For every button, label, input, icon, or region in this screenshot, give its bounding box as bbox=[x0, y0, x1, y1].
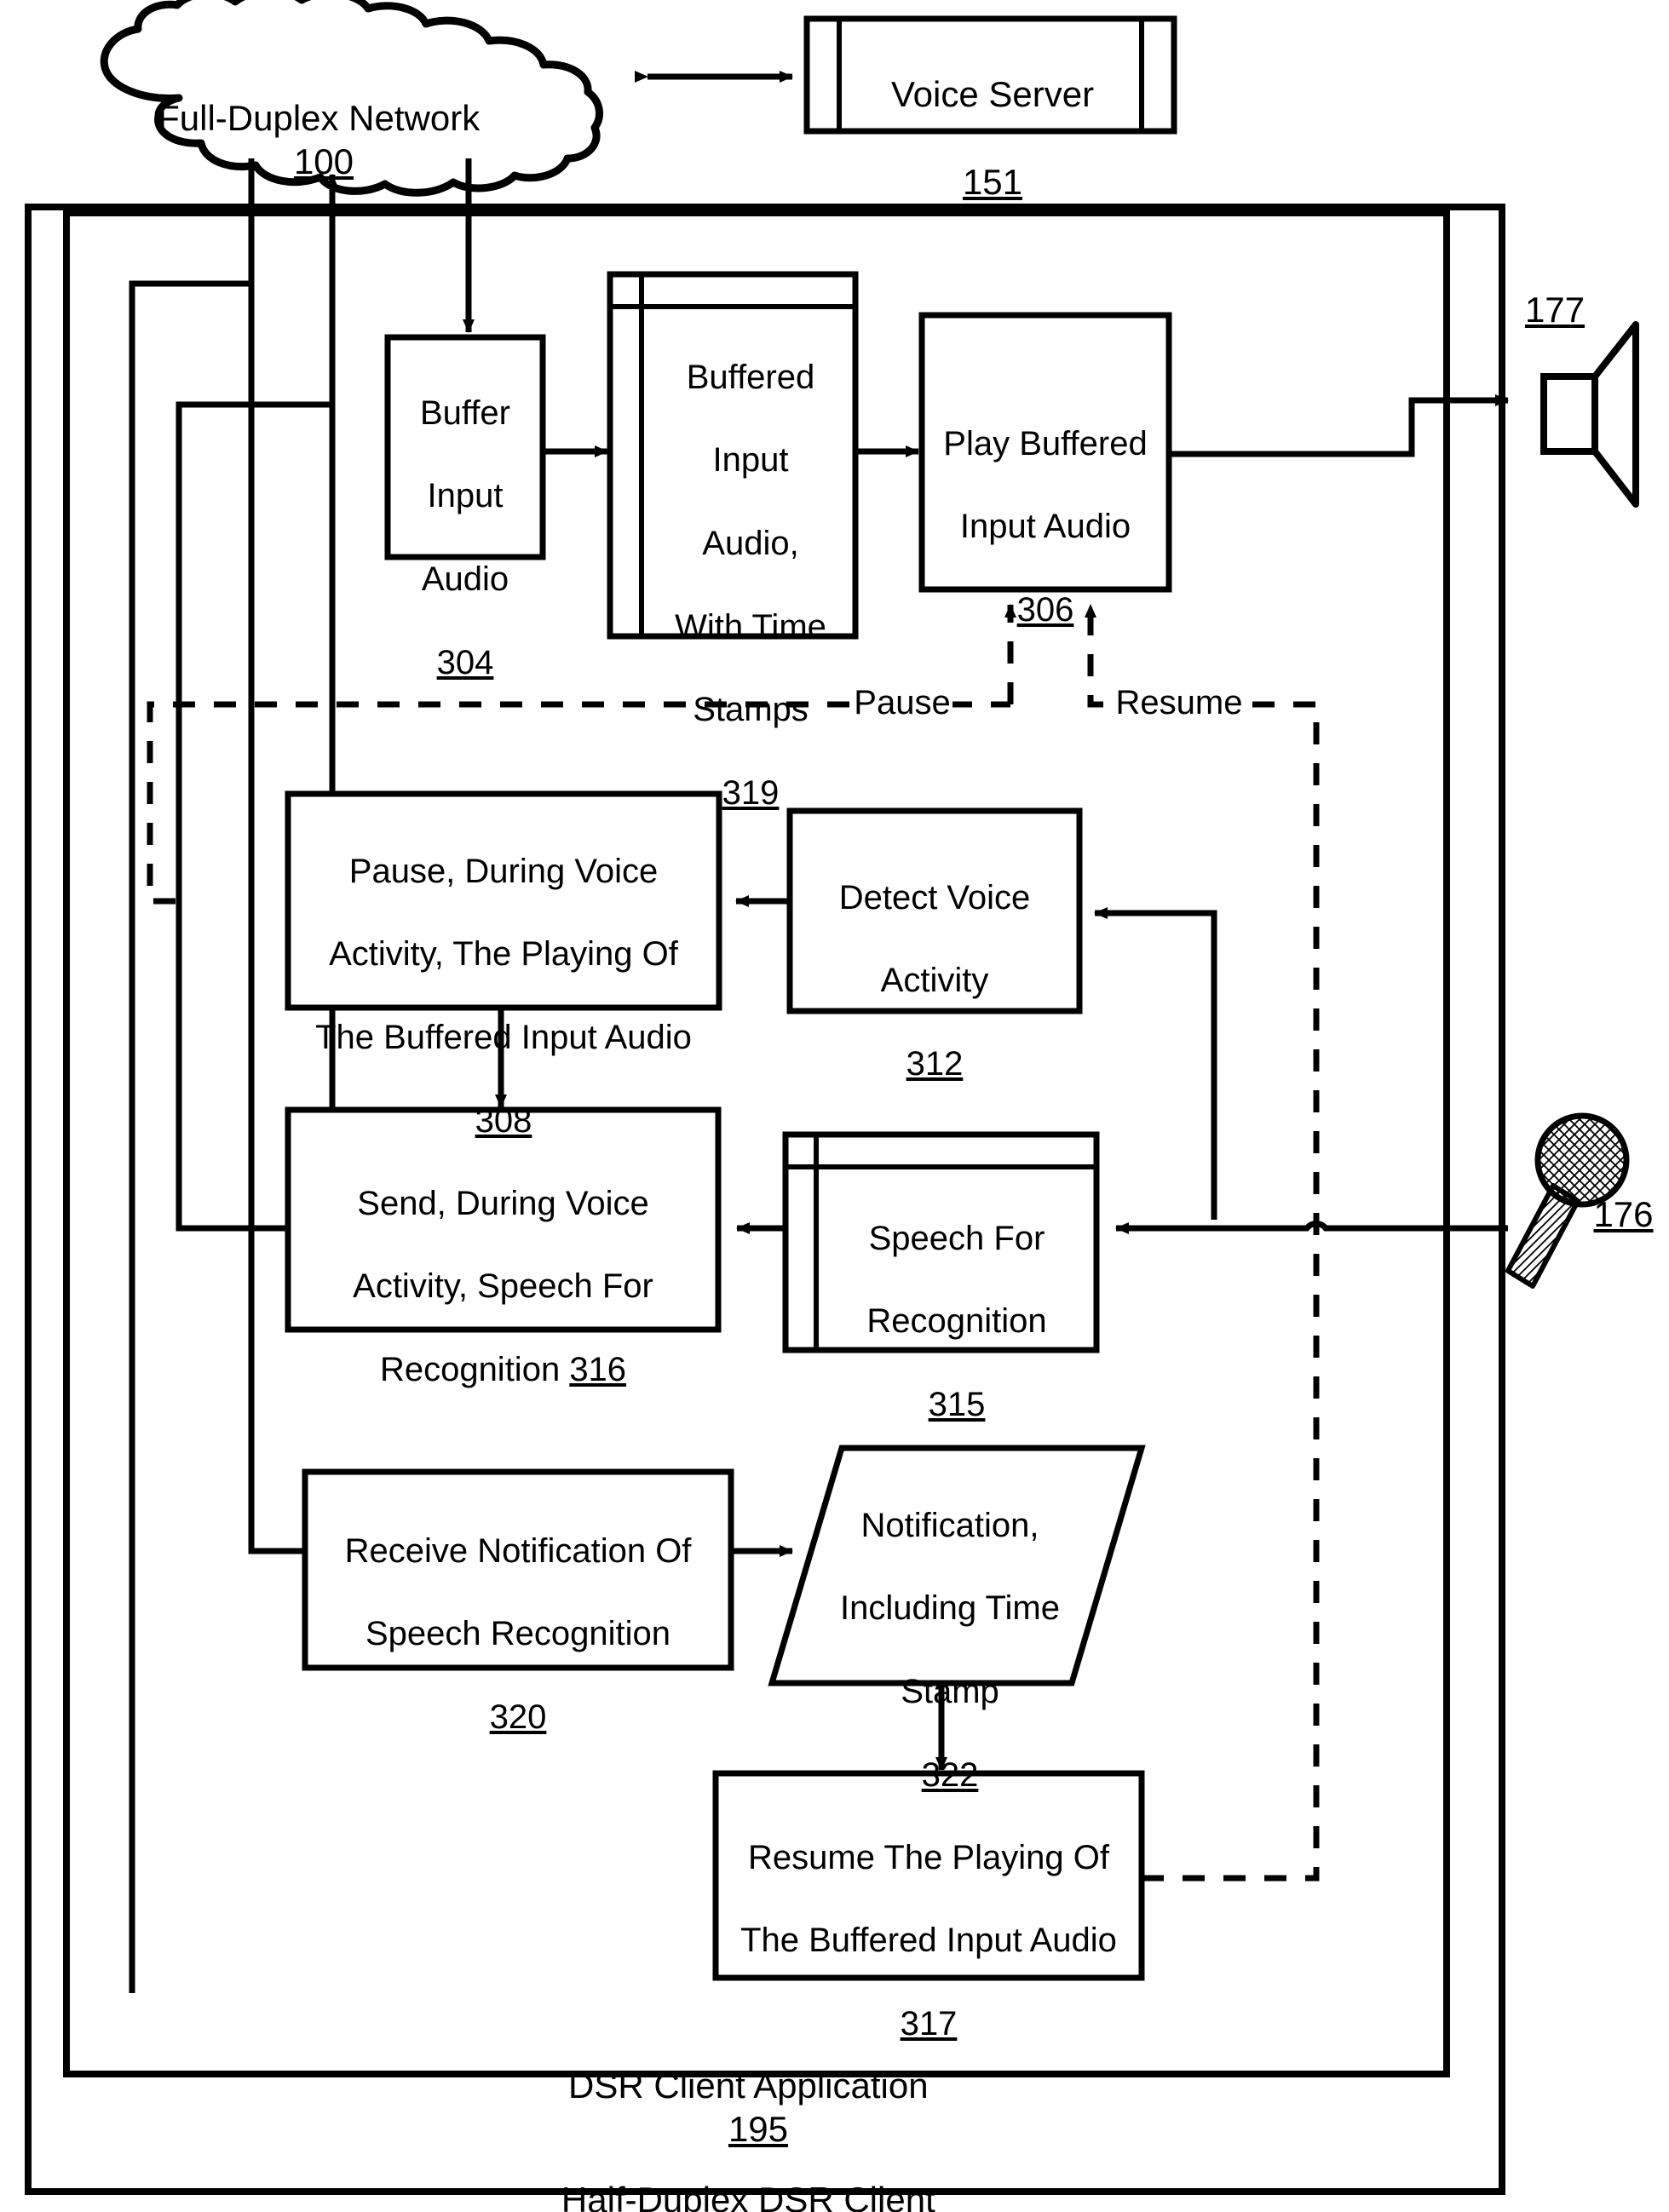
node-pause-during-voice-activity bbox=[285, 790, 722, 1011]
node-notification-time-stamp bbox=[768, 1445, 1146, 1686]
node-receive-notification bbox=[302, 1468, 734, 1671]
figure-canvas bbox=[25, 0, 1639, 2195]
edge-mic-line-hop bbox=[1115, 1221, 1331, 1234]
node-send-speech-for-recognition bbox=[285, 1106, 722, 1333]
microphone-icon bbox=[1505, 1112, 1630, 1289]
node-speech-for-recognition bbox=[782, 1131, 1100, 1353]
patent-figure: Full-Duplex Network 100 Voice Server 151… bbox=[0, 0, 1669, 2212]
edge-resume-dashed bbox=[1142, 701, 1320, 1882]
node-detect-voice-activity bbox=[786, 807, 1083, 1014]
cloud-shape bbox=[100, 0, 604, 197]
node-play-buffered-input-audio bbox=[918, 312, 1172, 593]
node-buffered-input-audio-with-time-stamps bbox=[607, 271, 859, 640]
edge-306-to-speaker bbox=[1169, 394, 1509, 457]
edge-mic-to-312 bbox=[1094, 907, 1217, 1220]
node-resume-playing bbox=[712, 1770, 1145, 1981]
speaker-icon bbox=[1540, 321, 1639, 508]
edge-cloud-down-left bbox=[129, 158, 255, 1993]
node-buffer-input-audio bbox=[384, 334, 546, 560]
edge-resume-arrow-stub bbox=[1085, 604, 1103, 708]
voice-server-shape bbox=[803, 15, 1177, 135]
